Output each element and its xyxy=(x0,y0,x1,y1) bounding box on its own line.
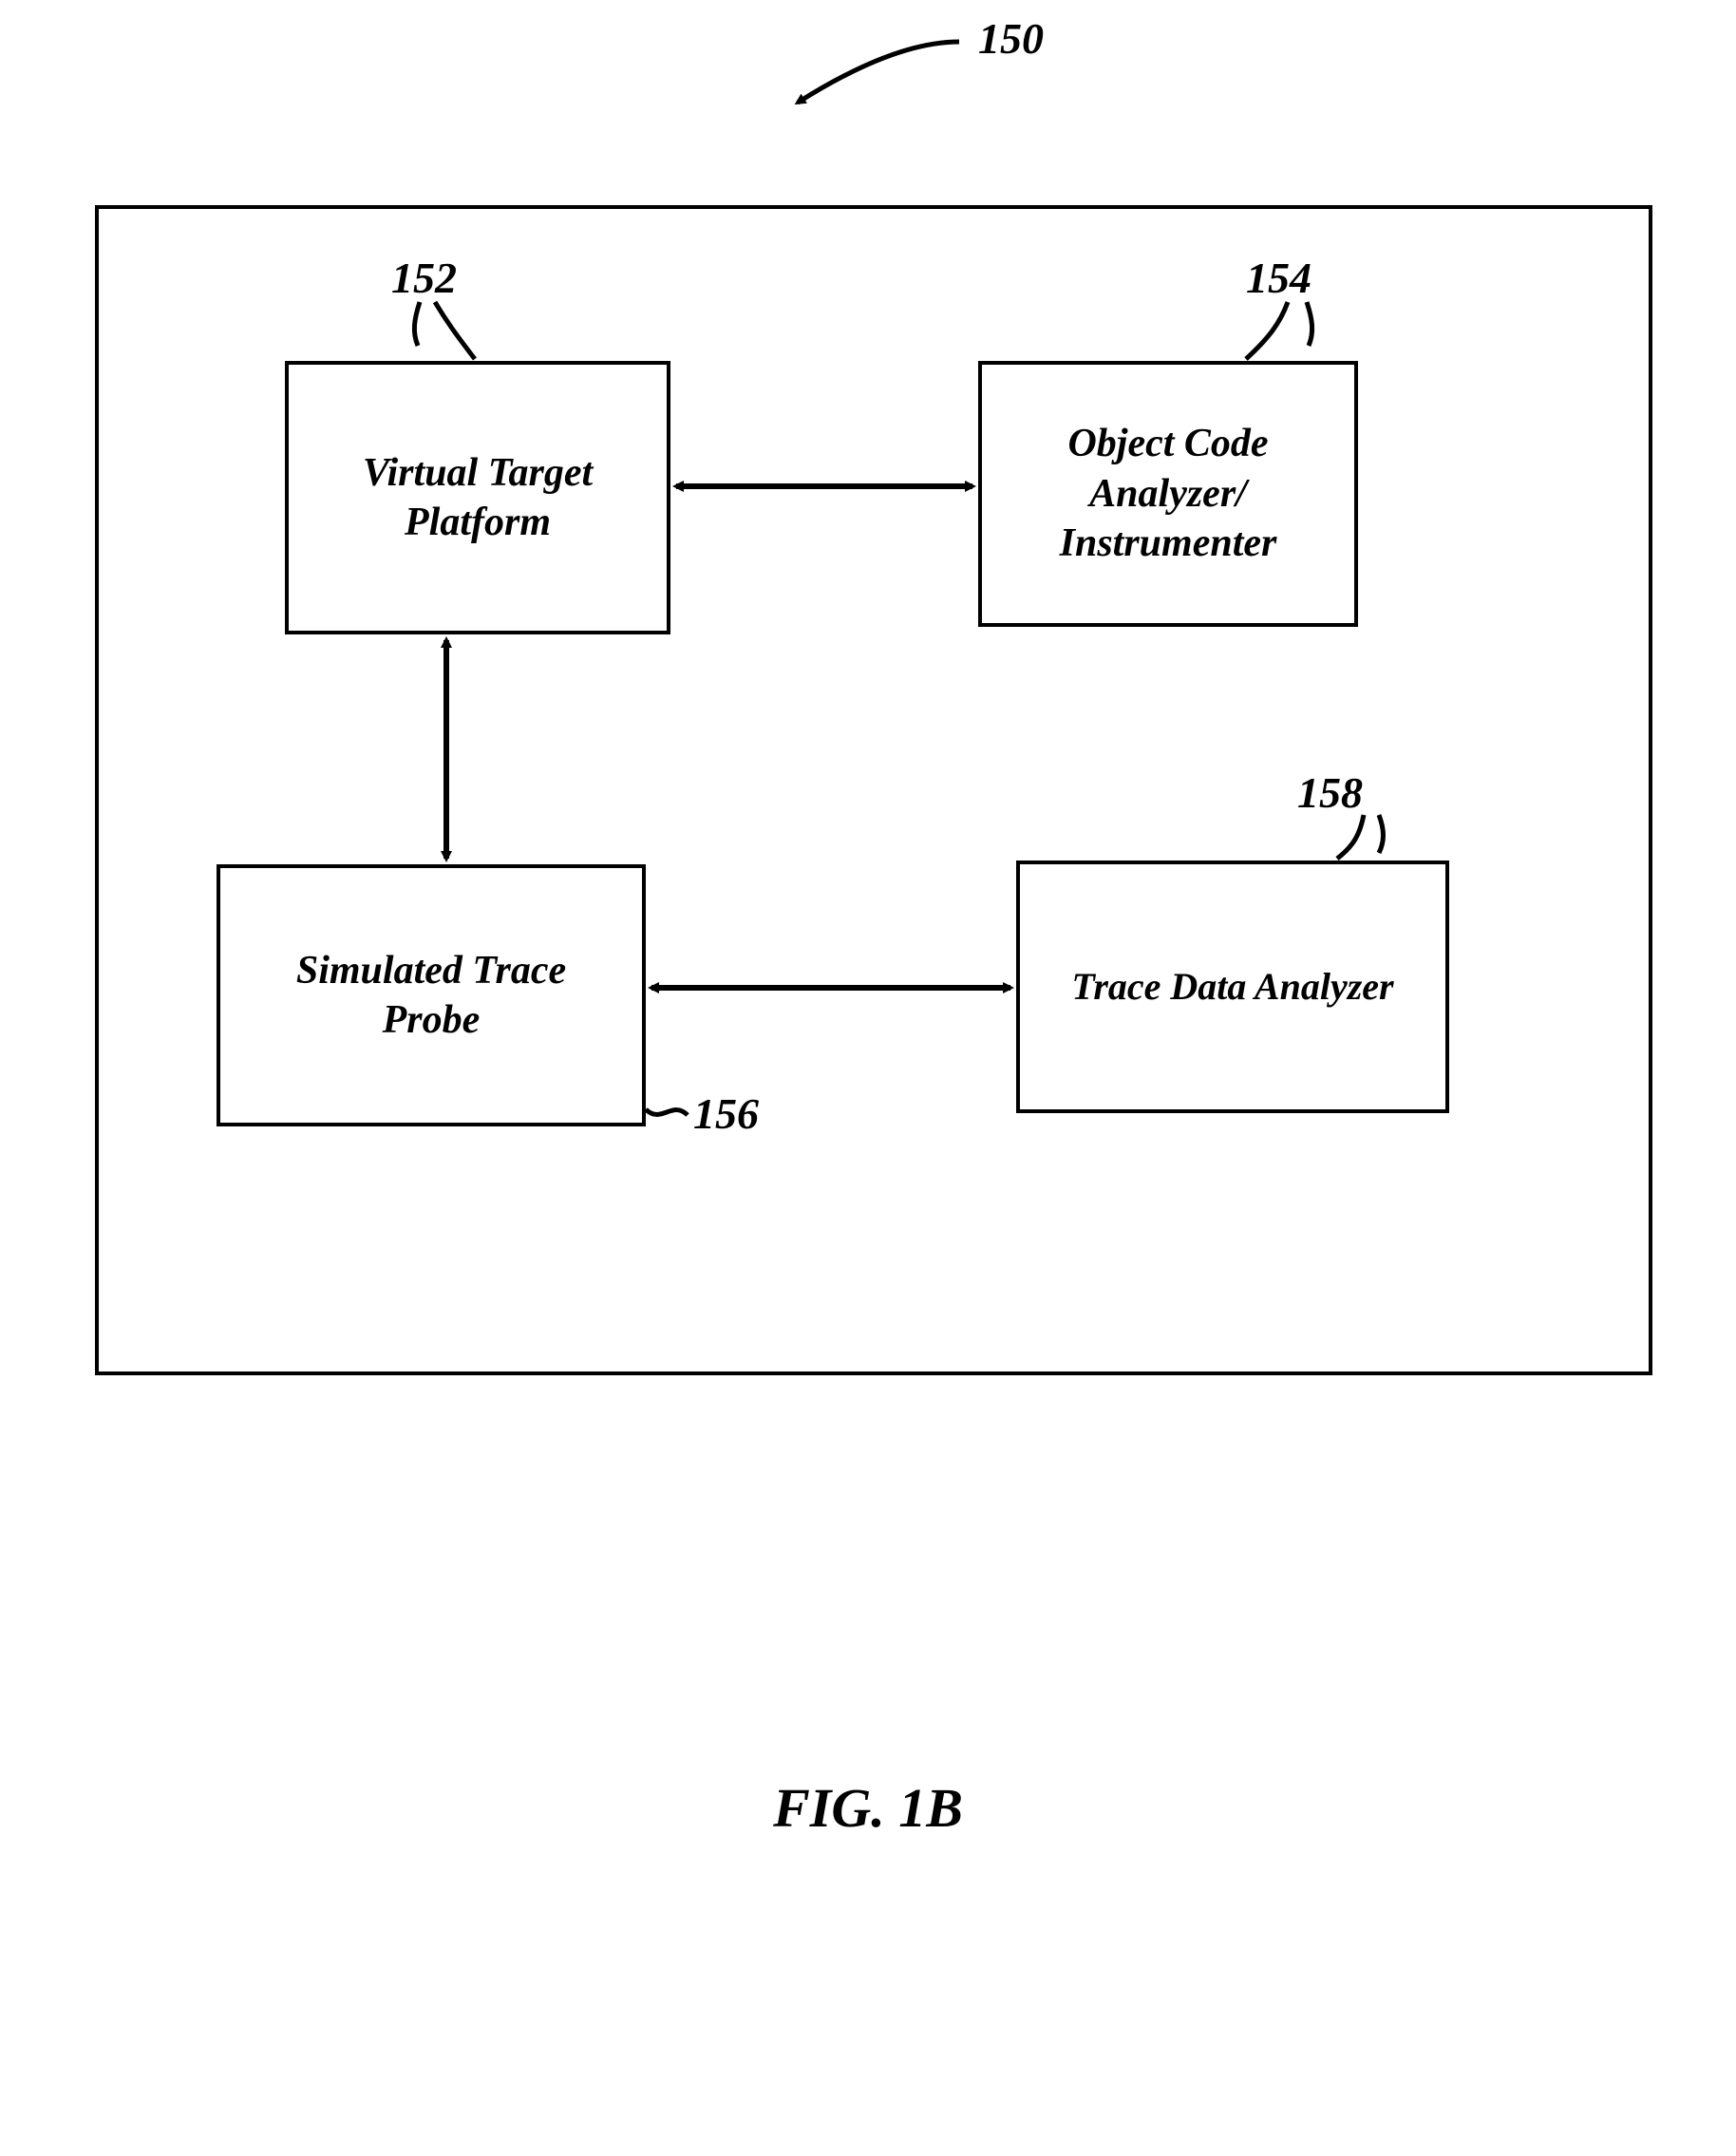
figure-canvas: 150 Virtual TargetPlatform 152 Object Co… xyxy=(0,0,1736,2156)
connectors xyxy=(0,0,1736,1425)
figure-caption: FIG. 1B xyxy=(0,1776,1736,1840)
